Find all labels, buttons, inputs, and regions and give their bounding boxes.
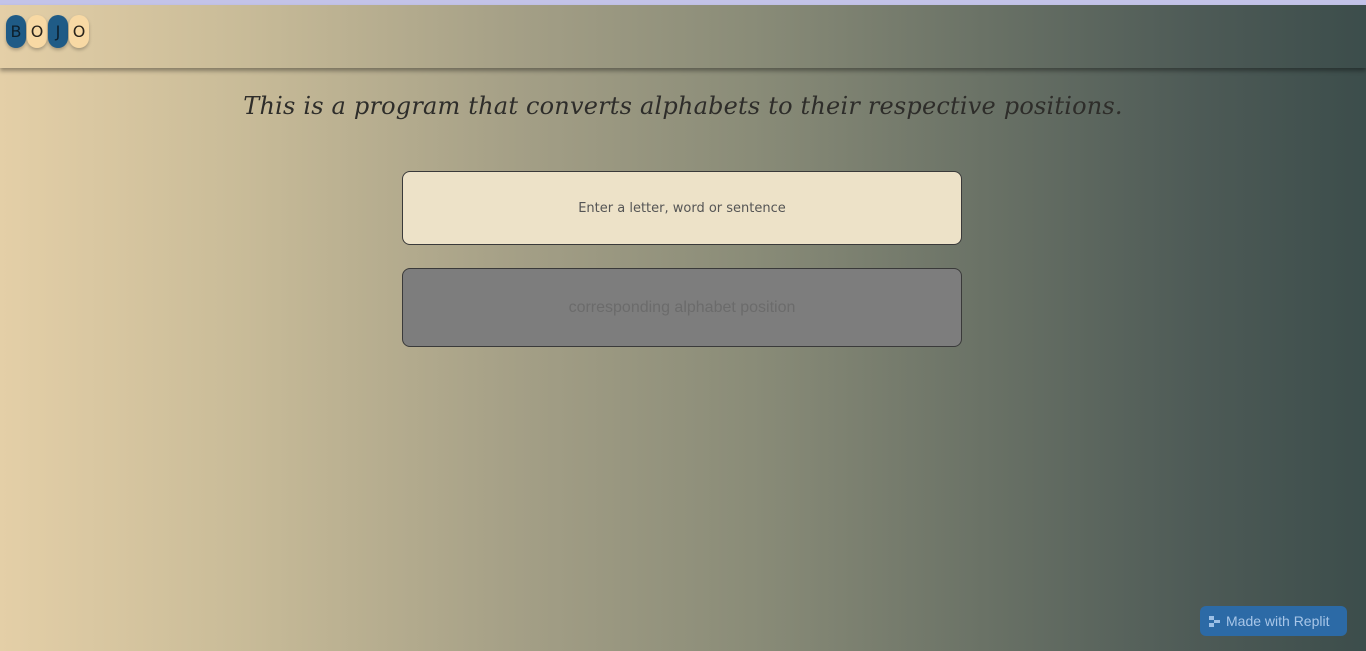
logo[interactable]: B O J O <box>6 15 89 48</box>
replit-icon <box>1209 615 1220 627</box>
logo-letter: O <box>27 15 47 48</box>
logo-letter: O <box>69 15 89 48</box>
made-with-replit-button[interactable]: Made with Replit <box>1200 606 1347 636</box>
logo-letter: J <box>48 15 68 48</box>
header: B O J O <box>0 5 1366 68</box>
logo-letter: B <box>6 15 26 48</box>
badge-label: Made with Replit <box>1226 613 1330 629</box>
letter-input[interactable] <box>402 171 962 245</box>
position-output[interactable] <box>402 268 962 347</box>
page-tagline: This is a program that converts alphabet… <box>243 92 1123 120</box>
